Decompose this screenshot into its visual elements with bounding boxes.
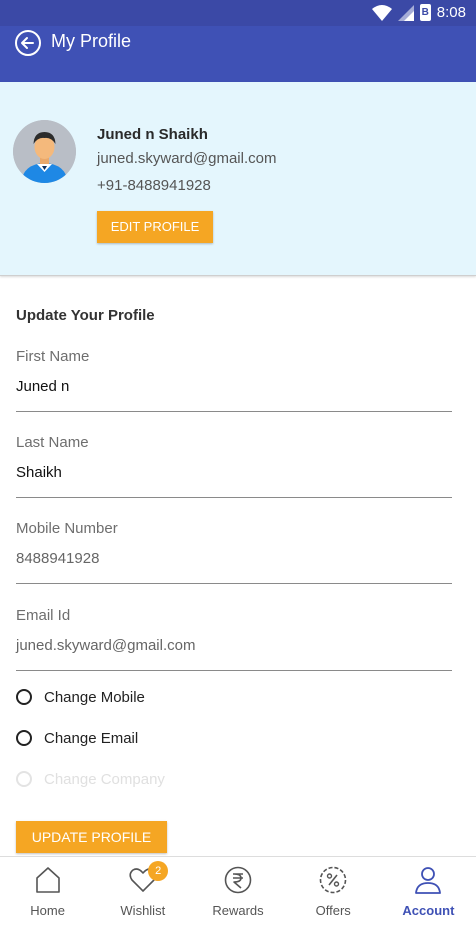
user-avatar-icon [13, 120, 76, 183]
rupee-icon [224, 866, 252, 894]
wishlist-badge: 2 [148, 861, 169, 881]
nav-wishlist[interactable]: 2 Wishlist [95, 857, 190, 926]
change-company-option: Change Company [16, 767, 165, 791]
change-email-label: Change Email [44, 729, 139, 747]
first-name-label: First Name [16, 348, 90, 365]
nav-offers[interactable]: Offers [286, 857, 381, 926]
last-name-label: Last Name [16, 434, 89, 451]
edit-profile-button[interactable]: EDIT PROFILE [97, 211, 213, 243]
change-company-label: Change Company [44, 770, 165, 788]
mobile-number-label: Mobile Number [16, 520, 118, 537]
mobile-number-field[interactable]: Mobile Number 8488941928 [16, 520, 452, 584]
status-bar: B 8:08 [0, 0, 476, 26]
page-title: My Profile [51, 31, 132, 51]
change-mobile-radio[interactable] [16, 689, 32, 705]
clock: 8:08 [436, 4, 466, 21]
change-email-option[interactable]: Change Email [16, 726, 138, 750]
status-icons: B 8:08 [371, 4, 466, 21]
first-name-value[interactable]: Juned n [16, 378, 69, 395]
nav-offers-label: Offers [315, 903, 351, 918]
bottom-nav: Home 2 Wishlist Rewards Offers Account [0, 856, 476, 926]
nav-rewards-label: Rewards [212, 903, 264, 918]
profile-card: Juned n Shaikh juned.skyward@gmail.com +… [0, 82, 476, 276]
email-label: Email Id [16, 607, 71, 624]
update-profile-button[interactable]: UPDATE PROFILE [16, 821, 167, 853]
battery-icon: B [419, 4, 431, 21]
percent-badge-icon [319, 866, 347, 894]
profile-phone: +91-8488941928 [97, 177, 211, 194]
nav-home[interactable]: Home [0, 857, 95, 926]
mobile-number-value[interactable]: 8488941928 [16, 550, 99, 567]
arrow-left-circle-icon[interactable] [14, 29, 42, 57]
nav-wishlist-label: Wishlist [120, 903, 166, 918]
change-mobile-option[interactable]: Change Mobile [16, 685, 145, 709]
app-bar: My Profile [0, 26, 476, 82]
section-title: Update Your Profile [16, 307, 155, 324]
last-name-field[interactable]: Last Name Shaikh [16, 434, 452, 498]
nav-account[interactable]: Account [381, 857, 476, 926]
nav-rewards[interactable]: Rewards [190, 857, 285, 926]
change-mobile-label: Change Mobile [44, 688, 145, 706]
avatar [13, 120, 76, 183]
profile-email: juned.skyward@gmail.com [97, 150, 277, 167]
nav-home-label: Home [30, 903, 65, 918]
profile-name: Juned n Shaikh [97, 126, 208, 143]
signal-icon [397, 4, 414, 21]
change-email-radio[interactable] [16, 730, 32, 746]
home-icon [35, 867, 60, 893]
last-name-value[interactable]: Shaikh [16, 464, 62, 481]
user-icon [415, 867, 442, 894]
change-company-radio [16, 771, 32, 787]
nav-account-label: Account [402, 903, 455, 918]
email-value[interactable]: juned.skyward@gmail.com [16, 637, 195, 654]
wifi-icon [371, 4, 392, 21]
first-name-field[interactable]: First Name Juned n [16, 348, 452, 412]
email-field[interactable]: Email Id juned.skyward@gmail.com [16, 607, 452, 671]
